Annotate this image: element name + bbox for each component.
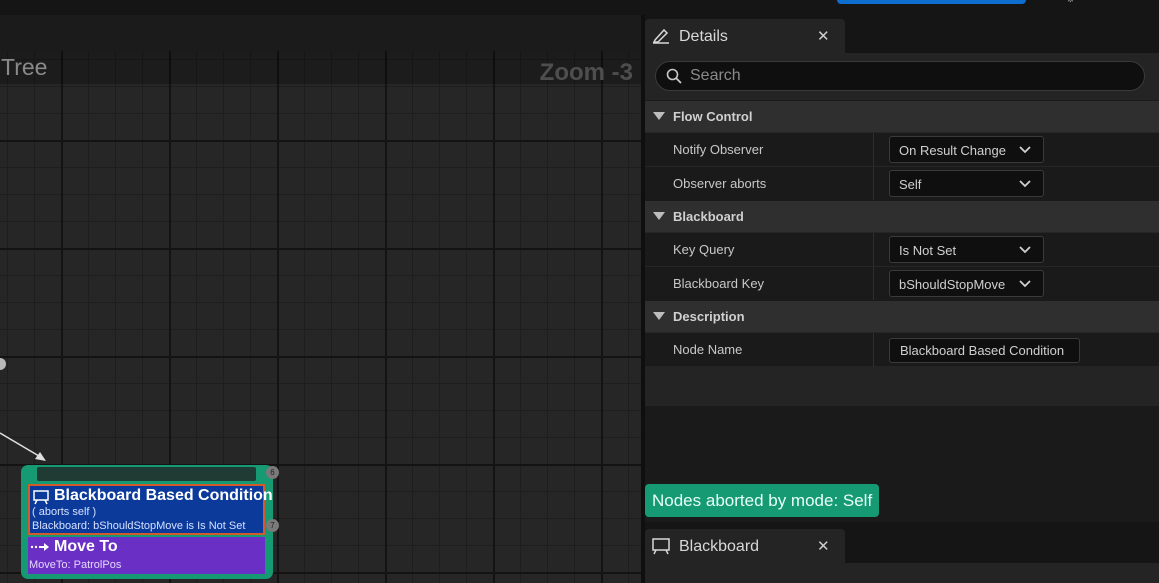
move-to-icon (30, 543, 49, 551)
execution-index-top: 6 (266, 466, 279, 479)
section-blackboard[interactable]: Blackboard (645, 200, 1159, 232)
blackboard-key-label: Blackboard Key (673, 276, 765, 291)
property-key-query: Key Query Is Not Set (645, 232, 1159, 267)
behavior-tree-editor: ⚙ Tree Zoom -3 6 7 Blackboard Based Cond… (0, 0, 1159, 583)
decorator-blackboard-condition[interactable]: Blackboard Based Condition ( aborts self… (28, 484, 273, 535)
toolbar-primary-button[interactable] (837, 0, 1026, 4)
tab-blackboard[interactable]: Blackboard ✕ (645, 529, 845, 563)
blackboard-key-dropdown[interactable]: bShouldStopMove (889, 270, 1044, 297)
collapse-arrow-icon[interactable] (653, 312, 665, 320)
notify-observer-value: On Result Change (899, 143, 1006, 158)
tab-blackboard-label: Blackboard (679, 538, 760, 555)
decorator-abort-mode: ( aborts self ) (32, 506, 97, 518)
task-description: MoveTo: PatrolPos (29, 559, 122, 571)
search-box[interactable] (655, 61, 1145, 91)
node-name-label: Node Name (673, 342, 743, 357)
chevron-down-icon (1019, 180, 1031, 188)
decorator-title: Blackboard Based Condition (54, 487, 273, 504)
column-divider[interactable] (873, 133, 874, 167)
section-description-label: Description (673, 309, 745, 324)
decorator-icon (33, 490, 49, 505)
blackboard-panel-body (645, 563, 1159, 583)
section-description[interactable]: Description (645, 300, 1159, 332)
column-divider[interactable] (873, 167, 874, 201)
task-move-to[interactable]: Move To MoveTo: PatrolPos (28, 537, 265, 574)
execution-index-bottom: 7 (266, 519, 279, 532)
chevron-down-icon (1019, 246, 1031, 254)
search-icon (666, 68, 682, 84)
node-input-pin-bar[interactable] (37, 467, 256, 481)
section-flow-control-label: Flow Control (673, 109, 753, 124)
pencil-icon (652, 28, 669, 44)
property-observer-aborts: Observer aborts Self (645, 166, 1159, 201)
column-divider[interactable] (873, 267, 874, 301)
section-blackboard-label: Blackboard (673, 209, 744, 224)
node-name-input[interactable]: Blackboard Based Condition (889, 338, 1080, 363)
collapse-arrow-icon[interactable] (653, 212, 665, 220)
task-title: Move To (54, 538, 118, 555)
details-panel: Details ✕ Flow Control Notify Observer O… (645, 15, 1159, 583)
graph-canvas[interactable]: Tree Zoom -3 6 7 Blackboard Based Condit… (0, 51, 641, 583)
toolbar-strip: ⚙ (0, 0, 1159, 15)
details-body: Flow Control Notify Observer On Result C… (645, 53, 1159, 515)
observer-aborts-label: Observer aborts (673, 176, 767, 191)
key-query-dropdown[interactable]: Is Not Set (889, 236, 1044, 263)
tab-details[interactable]: Details ✕ (645, 19, 845, 53)
notify-observer-dropdown[interactable]: On Result Change (889, 136, 1044, 163)
key-query-label: Key Query (673, 242, 735, 257)
sequence-node[interactable]: 6 7 Blackboard Based Condition ( aborts … (21, 465, 279, 579)
chevron-down-icon (1019, 280, 1031, 288)
key-query-value: Is Not Set (899, 243, 957, 258)
close-icon[interactable]: ✕ (817, 27, 830, 45)
column-divider[interactable] (873, 233, 874, 267)
collapse-arrow-icon[interactable] (653, 112, 665, 120)
decorator-description: Blackboard: bShouldStopMove is Is Not Se… (32, 520, 246, 532)
blackboard-icon (652, 538, 670, 555)
property-blackboard-key: Blackboard Key bShouldStopMove (645, 266, 1159, 301)
column-divider[interactable] (873, 333, 874, 367)
property-notify-observer: Notify Observer On Result Change (645, 132, 1159, 167)
node-name-value: Blackboard Based Condition (900, 343, 1065, 358)
search-input[interactable] (690, 66, 1130, 86)
chevron-down-icon (1019, 146, 1031, 154)
close-icon[interactable]: ✕ (817, 537, 830, 555)
property-node-name: Node Name Blackboard Based Condition (645, 332, 1159, 367)
blackboard-key-value: bShouldStopMove (899, 277, 1006, 292)
tab-details-label: Details (679, 28, 728, 45)
observer-aborts-value: Self (899, 177, 922, 192)
graph-header (0, 15, 641, 51)
notify-observer-label: Notify Observer (673, 142, 764, 157)
observer-aborts-dropdown[interactable]: Self (889, 170, 1044, 197)
abort-mode-badge: Nodes aborted by mode: Self (645, 484, 880, 517)
section-flow-control[interactable]: Flow Control (645, 100, 1159, 132)
toolbar-settings-icon[interactable]: ⚙ (1066, 0, 1075, 5)
